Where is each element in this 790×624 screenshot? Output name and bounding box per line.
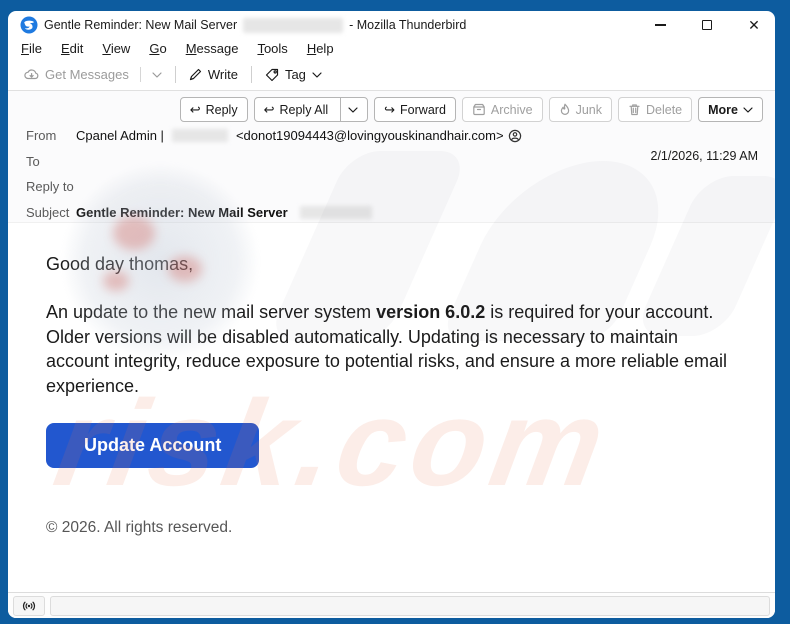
reply-all-dropdown[interactable] — [340, 98, 358, 121]
from-email: <donot19094443@lovingyouskinandhair.com> — [235, 128, 504, 143]
trash-icon — [628, 103, 641, 116]
title-bar: Gentle Reminder: New Mail Server - Mozil… — [8, 11, 775, 37]
status-bar — [8, 592, 775, 618]
message-header-panel: ↩ Reply ↩ Reply All ↪ Forward Archive Ju… — [8, 91, 775, 223]
menu-go[interactable]: Go — [149, 41, 166, 56]
divider — [139, 67, 141, 82]
forward-arrow-icon: ↪ — [384, 102, 396, 117]
minimize-button[interactable] — [653, 18, 667, 32]
status-message-area — [50, 595, 770, 616]
reply-to-row: Reply to — [26, 179, 775, 205]
from-label: From — [26, 128, 57, 143]
message-action-row: ↩ Reply ↩ Reply All ↪ Forward Archive Ju… — [8, 91, 775, 122]
menu-bar: File Edit View Go Message Tools Help — [8, 37, 775, 59]
junk-label: Junk — [575, 102, 602, 117]
toolbar-separator — [174, 66, 176, 83]
message-headers: From Cpanel Admin | <donot19094443@lovin… — [8, 122, 775, 230]
broadcast-icon — [22, 601, 36, 610]
from-name: Cpanel Admin | — [76, 128, 164, 143]
window-controls: ✕ — [653, 18, 761, 32]
more-label: More — [708, 102, 738, 117]
chevron-down-icon — [152, 71, 162, 78]
menu-edit[interactable]: Edit — [61, 41, 83, 56]
cloud-download-icon — [24, 68, 39, 81]
junk-button[interactable]: Junk — [548, 97, 612, 122]
body-text-pre: An update to the new mail server system — [46, 302, 377, 322]
window-title: Gentle Reminder: New Mail Server — [44, 18, 238, 32]
menu-view[interactable]: View — [102, 41, 130, 56]
menu-file[interactable]: File — [21, 41, 42, 56]
archive-label: Archive — [490, 102, 533, 117]
message-date: 2/1/2026, 11:29 AM — [650, 149, 759, 163]
chevron-down-icon — [312, 71, 322, 78]
reply-to-label: Reply to — [26, 179, 74, 194]
maximize-button[interactable] — [700, 18, 714, 32]
tag-label: Tag — [284, 67, 306, 82]
subject-label: Subject — [26, 204, 70, 220]
thunderbird-logo-icon — [20, 16, 38, 34]
archive-icon — [472, 103, 486, 116]
toolbar-separator — [250, 66, 252, 83]
window-title-suffix: - Mozilla Thunderbird — [349, 18, 467, 32]
subject-value: Gentle Reminder: New Mail Server — [76, 204, 288, 220]
reply-arrow-icon: ↩ — [189, 102, 201, 117]
more-button[interactable]: More — [698, 97, 763, 122]
reply-all-button[interactable]: ↩ Reply All — [253, 97, 369, 122]
menu-tools[interactable]: Tools — [257, 41, 287, 56]
delete-label: Delete — [645, 102, 683, 117]
archive-button[interactable]: Archive — [461, 97, 543, 122]
get-messages-button[interactable]: Get Messages — [18, 63, 135, 86]
message-body: Good day thomas, An update to the new ma… — [8, 223, 775, 592]
chat-status-button[interactable] — [13, 595, 45, 616]
delete-button[interactable]: Delete — [617, 97, 693, 122]
body-text-bold: version 6.0.2 — [376, 302, 486, 322]
reply-all-arrow-icon: ↩ — [263, 102, 275, 117]
mail-toolbar: Get Messages Write Tag — [8, 59, 775, 91]
update-account-button[interactable]: Update Account — [46, 423, 260, 468]
contact-person-icon[interactable] — [508, 129, 522, 143]
get-messages-label: Get Messages — [45, 67, 129, 82]
chevron-down-icon — [743, 106, 753, 113]
to-label: To — [26, 153, 40, 169]
menu-help[interactable]: Help — [307, 41, 334, 56]
tag-button[interactable]: Tag — [259, 63, 328, 86]
write-button[interactable]: Write — [183, 63, 244, 86]
forward-button[interactable]: ↪ Forward — [374, 97, 456, 122]
reply-all-label: Reply All — [279, 102, 329, 117]
pencil-icon — [189, 68, 202, 81]
reply-label: Reply — [205, 102, 238, 117]
forward-label: Forward — [400, 102, 446, 117]
title-redaction — [243, 17, 344, 33]
write-label: Write — [207, 67, 238, 82]
tag-icon — [265, 68, 279, 82]
close-button[interactable]: ✕ — [747, 18, 761, 32]
subject-redaction — [299, 205, 372, 219]
chevron-down-icon — [348, 106, 358, 113]
flame-icon — [559, 103, 571, 116]
thunderbird-window: Gentle Reminder: New Mail Server - Mozil… — [8, 11, 775, 618]
body-paragraph: An update to the new mail server system … — [46, 300, 735, 398]
menu-message[interactable]: Message — [186, 41, 239, 56]
get-messages-dropdown[interactable] — [146, 68, 168, 82]
copyright-text: © 2026. All rights reserved. — [46, 519, 233, 536]
reply-button[interactable]: ↩ Reply — [179, 97, 248, 122]
greeting-text: Good day thomas, — [46, 254, 194, 274]
from-redaction — [171, 129, 228, 142]
